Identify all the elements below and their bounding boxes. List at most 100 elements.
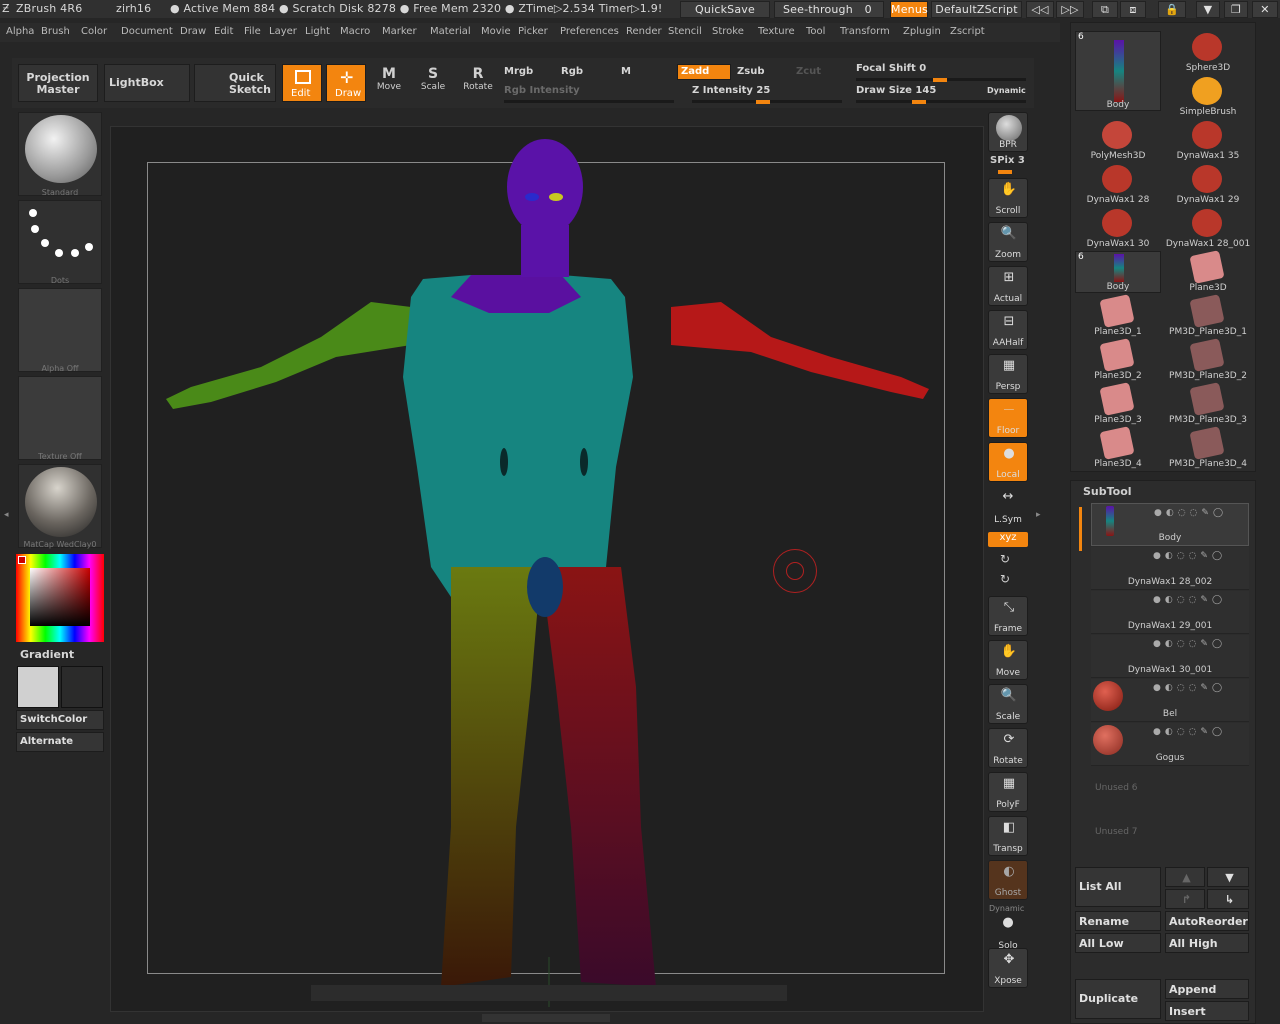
gradient-button[interactable]: Gradient	[20, 648, 74, 661]
menu-preferences[interactable]: Preferences	[560, 26, 619, 37]
subtool-toggles-icon[interactable]: ●◐◌◌✎◯	[1153, 595, 1245, 605]
scale-button[interactable]: S Scale	[418, 66, 448, 92]
menu-layer[interactable]: Layer	[269, 26, 297, 37]
tool-thumb[interactable]: DynaWax1 30	[1075, 207, 1161, 249]
duplicate-button[interactable]: Duplicate	[1075, 979, 1161, 1019]
aahalf-button[interactable]: ⊟ AAHalf	[988, 310, 1028, 350]
list-all-button[interactable]: List All	[1075, 867, 1161, 907]
menu-light[interactable]: Light	[305, 26, 330, 37]
edit-button[interactable]: Edit	[282, 64, 322, 102]
tool-thumb[interactable]: PolyMesh3D	[1075, 119, 1161, 161]
menu-stencil[interactable]: Stencil	[668, 26, 702, 37]
move-button[interactable]: M Move	[374, 66, 404, 92]
rgb-button[interactable]: Rgb	[561, 66, 583, 77]
autoreorder-button[interactable]: AutoReorder	[1165, 911, 1249, 931]
focal-shift-knob[interactable]	[933, 78, 947, 82]
spix-knob[interactable]	[998, 170, 1012, 174]
insert-button[interactable]: Insert	[1165, 1001, 1249, 1021]
scale-view-button[interactable]: 🔍 Scale	[988, 684, 1028, 724]
tool-thumb[interactable]: Plane3D_3	[1075, 382, 1161, 425]
solo-button[interactable]: ● Solo	[988, 912, 1028, 952]
rotate-z-icon[interactable]: ↻	[1000, 572, 1010, 586]
arrow-down-button[interactable]: ▼	[1207, 867, 1249, 887]
left-tray-toggle-icon[interactable]: ◂	[4, 510, 10, 528]
layout-right-icon[interactable]: ▷▷	[1056, 1, 1084, 18]
tool-thumb[interactable]: PM3D_Plane3D_1	[1165, 294, 1251, 337]
xpose-button[interactable]: ✥ Xpose	[988, 948, 1028, 988]
subtool-row[interactable]: ●◐◌◌✎◯ DynaWax1 30_001	[1091, 635, 1249, 678]
layout-left-icon[interactable]: ◁◁	[1026, 1, 1054, 18]
tool-thumb[interactable]: Plane3D_2	[1075, 338, 1161, 381]
right-tray-toggle-icon[interactable]: ▸	[1036, 510, 1042, 528]
menu-alpha[interactable]: Alpha	[6, 26, 34, 37]
menu-material[interactable]: Material	[430, 26, 471, 37]
arrow-up-button[interactable]: ▲	[1165, 867, 1205, 887]
m-button[interactable]: M	[621, 66, 631, 77]
quick-sketch-button[interactable]: Quick Sketch	[194, 64, 276, 102]
lsym-button[interactable]: ↔ L.Sym	[988, 486, 1028, 526]
subtool-toggles-icon[interactable]: ●◐◌◌✎◯	[1153, 727, 1245, 737]
zoom-button[interactable]: 🔍 Zoom	[988, 222, 1028, 262]
menus-button[interactable]: Menus	[890, 1, 928, 18]
subtool-toggles-icon[interactable]: ●◐◌◌✎◯	[1154, 508, 1246, 518]
polyf-button[interactable]: ▦ PolyF	[988, 772, 1028, 812]
menu-texture[interactable]: Texture	[758, 26, 795, 37]
xyz-button[interactable]: xyz	[988, 532, 1028, 547]
menu-zplugin[interactable]: Zplugin	[903, 26, 941, 37]
tool-thumb[interactable]: Plane3D_1	[1075, 294, 1161, 337]
alpha-selector[interactable]: Alpha Off	[18, 288, 102, 373]
z-intensity-knob[interactable]	[756, 100, 770, 104]
lightbox-button[interactable]: LightBox	[104, 64, 190, 102]
tool-thumb[interactable]: Plane3D_4	[1075, 426, 1161, 469]
tool-thumb[interactable]: DynaWax1 28_001	[1165, 207, 1251, 249]
color-picker[interactable]	[16, 554, 104, 642]
menu-transform[interactable]: Transform	[840, 26, 890, 37]
tool-thumb[interactable]: Body 6	[1075, 251, 1161, 293]
menu-zscript[interactable]: Zscript	[950, 26, 985, 37]
rgb-intensity-slider[interactable]: Rgb Intensity	[504, 85, 580, 96]
color-marker[interactable]	[18, 556, 26, 564]
all-low-button[interactable]: All Low	[1075, 933, 1161, 953]
subtool-row[interactable]: ●◐◌◌✎◯ Gogus	[1091, 723, 1249, 766]
draw-button[interactable]: ✛ Draw	[326, 64, 366, 102]
draw-size-slider[interactable]: Draw Size 145	[856, 85, 936, 96]
draw-size-track[interactable]	[856, 100, 1026, 103]
tool-thumb[interactable]: DynaWax1 29	[1165, 163, 1251, 205]
menu-file[interactable]: File	[244, 26, 261, 37]
spix-slider[interactable]: SPix 3	[990, 155, 1025, 166]
default-zscript-button[interactable]: DefaultZScript	[931, 1, 1022, 18]
close-icon[interactable]: ✕	[1252, 1, 1278, 18]
local-button[interactable]: ● Local	[988, 442, 1028, 482]
all-high-button[interactable]: All High	[1165, 933, 1249, 953]
rename-button[interactable]: Rename	[1075, 911, 1161, 931]
brush-selector[interactable]: Standard	[18, 112, 102, 197]
quicksave-button[interactable]: QuickSave	[680, 1, 770, 18]
stroke-selector[interactable]: Dots	[18, 200, 102, 285]
ui-layout-icon[interactable]: ⧈	[1120, 1, 1146, 18]
subtool-scroll-indicator[interactable]	[1079, 507, 1082, 551]
subtool-row[interactable]: ●◐◌◌✎◯ Bel	[1091, 679, 1249, 722]
document-canvas[interactable]	[110, 126, 984, 1012]
menu-render[interactable]: Render	[626, 26, 662, 37]
zcut-button[interactable]: Zcut	[796, 66, 821, 77]
canvas-scrollbar[interactable]	[311, 985, 787, 1001]
rotate-view-button[interactable]: ⟳ Rotate	[988, 728, 1028, 768]
menu-tool[interactable]: Tool	[806, 26, 825, 37]
move-subtool-up-button[interactable]: ↱	[1165, 889, 1205, 909]
see-through-slider[interactable]: See-through 0	[774, 1, 884, 18]
rgb-intensity-track[interactable]	[504, 100, 674, 103]
actual-button[interactable]: ⊞ Actual	[988, 266, 1028, 306]
menu-draw[interactable]: Draw	[180, 26, 206, 37]
switchcolor-button[interactable]: SwitchColor	[16, 710, 104, 730]
mrgb-button[interactable]: Mrgb	[504, 66, 533, 77]
persp-button[interactable]: ▦ Persp	[988, 354, 1028, 394]
scroll-button[interactable]: ✋ Scroll	[988, 178, 1028, 218]
frame-button[interactable]: ⤡ Frame	[988, 596, 1028, 636]
window-layout-icon[interactable]: ⧉	[1092, 1, 1118, 18]
menu-brush[interactable]: Brush	[41, 26, 70, 37]
dynamic-button[interactable]: Dynamic	[987, 86, 1026, 95]
zadd-button[interactable]: Zadd	[677, 64, 731, 80]
menu-movie[interactable]: Movie	[481, 26, 511, 37]
draw-size-knob[interactable]	[912, 100, 926, 104]
minimize-icon[interactable]: ▼	[1196, 1, 1220, 18]
